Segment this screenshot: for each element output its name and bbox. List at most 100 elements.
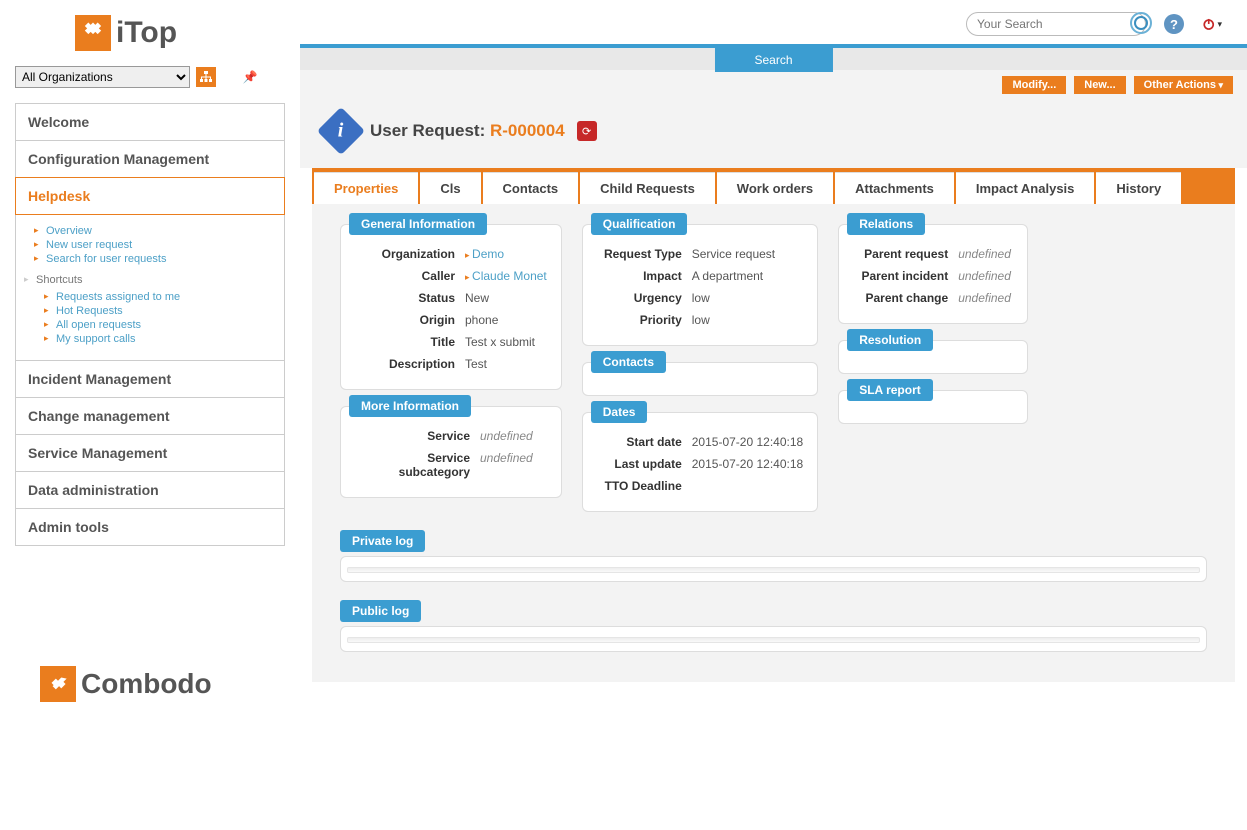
subnav-hot[interactable]: Hot Requests [56,304,272,318]
last-label: Last update [597,457,692,471]
subnav-shortcuts-label: Shortcuts [36,274,272,286]
power-menu-icon[interactable] [1202,14,1222,34]
relations-box: Relations Parent requestundefined Parent… [838,224,1028,324]
tab-properties[interactable]: Properties [314,172,418,204]
tab-contacts[interactable]: Contacts [483,172,579,204]
qualification-legend: Qualification [591,213,688,235]
request-id: R-000004 [490,121,565,140]
contacts-box: Contacts [582,362,818,396]
tto-label: TTO Deadline [597,479,692,493]
priority-value: low [692,313,710,327]
global-search-input[interactable] [966,12,1146,36]
other-actions-button[interactable]: Other Actions [1134,76,1233,94]
pin-icon[interactable]: 📌 [240,67,260,87]
impact-label: Impact [597,269,692,283]
public-log-box[interactable] [340,626,1207,652]
nav-incident[interactable]: Incident Management [15,360,285,398]
nav-helpdesk[interactable]: Helpdesk [15,177,285,215]
footer-brand-name: Combodo [81,668,212,700]
general-info-box: General Information OrganizationDemo Cal… [340,224,562,390]
modify-button[interactable]: Modify... [1002,76,1066,94]
contacts-legend: Contacts [591,351,666,373]
tab-child-requests[interactable]: Child Requests [580,172,715,204]
info-icon: i [317,107,365,155]
title-value: Test x submit [465,335,535,349]
nav-change[interactable]: Change management [15,397,285,435]
origin-label: Origin [355,313,465,327]
dates-legend: Dates [591,401,648,423]
refresh-icon[interactable]: ⟳ [577,121,597,141]
general-info-legend: General Information [349,213,487,235]
nav-admin-tools[interactable]: Admin tools [15,508,285,546]
search-icon[interactable] [1130,12,1152,34]
status-value: New [465,291,489,305]
more-info-box: More Information Serviceundefined Servic… [340,406,562,498]
brand-name: iTop [116,16,177,50]
resolution-box: Resolution [838,340,1028,374]
start-label: Start date [597,435,692,449]
urgency-label: Urgency [597,291,692,305]
resolution-legend: Resolution [847,329,933,351]
status-label: Status [355,291,465,305]
origin-value: phone [465,313,498,327]
sla-legend: SLA report [847,379,933,401]
nav-service[interactable]: Service Management [15,434,285,472]
pchg-value: undefined [958,291,1011,305]
desc-value: Test [465,357,487,371]
service-label: Service [355,429,480,443]
preq-label: Parent request [853,247,958,261]
public-log-legend: Public log [340,600,421,622]
private-log-box[interactable] [340,556,1207,582]
tab-history[interactable]: History [1096,172,1181,204]
nav-data-admin[interactable]: Data administration [15,471,285,509]
search-panel-toggle[interactable]: Search [714,48,832,72]
footer-brand-icon [40,666,76,702]
nav-welcome[interactable]: Welcome [15,103,285,141]
subcat-value: undefined [480,451,533,479]
org-label: Organization [355,247,465,261]
new-button[interactable]: New... [1074,76,1125,94]
help-icon[interactable]: ? [1164,14,1184,34]
footer-brand: Combodo [40,666,285,702]
desc-label: Description [355,357,465,371]
relations-legend: Relations [847,213,925,235]
sla-box: SLA report [838,390,1028,424]
search-banner: Search [300,44,1247,70]
preq-value: undefined [958,247,1011,261]
caller-value[interactable]: Claude Monet [465,269,547,283]
tab-impact-analysis[interactable]: Impact Analysis [956,172,1095,204]
dates-box: Dates Start date2015-07-20 12:40:18 Last… [582,412,818,512]
pinc-label: Parent incident [853,269,958,283]
subnav-assigned[interactable]: Requests assigned to me [56,290,272,304]
service-value: undefined [480,429,533,443]
pinc-value: undefined [958,269,1011,283]
subnav-all-open[interactable]: All open requests [56,318,272,332]
nav-config-management[interactable]: Configuration Management [15,140,285,178]
private-log-legend: Private log [340,530,425,552]
subnav-overview[interactable]: Overview [46,224,272,238]
subnav-search-requests[interactable]: Search for user requests [46,252,272,266]
caller-label: Caller [355,269,465,283]
qualification-box: Qualification Request TypeService reques… [582,224,818,346]
brand-icon [75,15,111,51]
org-tree-button[interactable] [196,67,216,87]
tab-attachments[interactable]: Attachments [835,172,954,204]
subcat-label: Service subcategory [355,451,480,479]
subnav-my-calls[interactable]: My support calls [56,332,272,346]
more-info-legend: More Information [349,395,471,417]
subnav-new-request[interactable]: New user request [46,238,272,252]
title-label: Title [355,335,465,349]
last-value: 2015-07-20 12:40:18 [692,457,803,471]
brand-logo: iTop [75,15,285,51]
start-value: 2015-07-20 12:40:18 [692,435,803,449]
tab-work-orders[interactable]: Work orders [717,172,833,204]
priority-label: Priority [597,313,692,327]
org-value[interactable]: Demo [465,247,504,261]
urgency-value: low [692,291,710,305]
pchg-label: Parent change [853,291,958,305]
reqtype-value: Service request [692,247,775,261]
tabs: Properties Cls Contacts Child Requests W… [312,168,1235,204]
reqtype-label: Request Type [597,247,692,261]
organization-select[interactable]: All Organizations [15,66,190,88]
tab-cls[interactable]: Cls [420,172,480,204]
